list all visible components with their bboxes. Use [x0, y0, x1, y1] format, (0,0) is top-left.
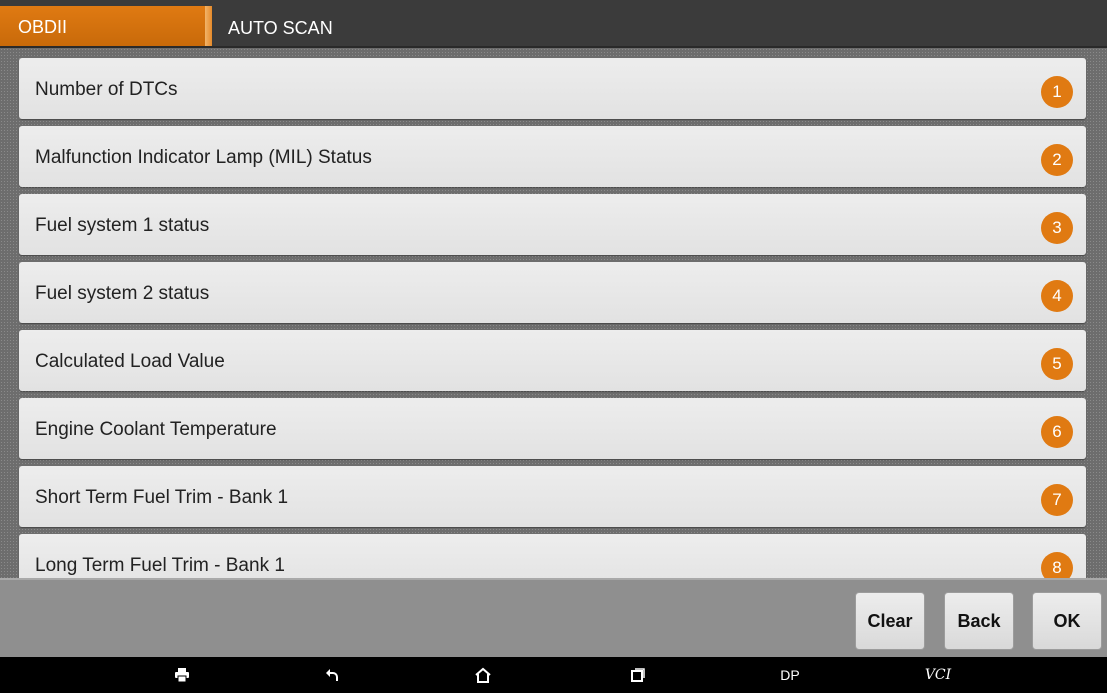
ok-button[interactable]: OK [1032, 592, 1102, 650]
list-item-label: Short Term Fuel Trim - Bank 1 [35, 487, 289, 508]
item-number-badge: 2 [1041, 144, 1073, 176]
list-item[interactable]: Fuel system 1 status 3 [19, 194, 1086, 255]
back-button[interactable]: Back [944, 592, 1014, 650]
page-title: AUTO SCAN [228, 18, 333, 38]
item-number-badge: 4 [1041, 280, 1073, 312]
item-number-badge: 6 [1041, 416, 1073, 448]
list-item-label: Number of DTCs [35, 79, 178, 100]
item-number-badge: 3 [1041, 212, 1073, 244]
recent-apps-icon[interactable] [624, 657, 652, 693]
list-item-label: Long Term Fuel Trim - Bank 1 [35, 555, 285, 576]
list-item-label: Calculated Load Value [35, 351, 225, 372]
list-item[interactable]: Number of DTCs 1 [19, 58, 1086, 119]
home-icon[interactable] [469, 657, 497, 693]
clear-button[interactable]: Clear [855, 592, 925, 650]
item-number-badge: 1 [1041, 76, 1073, 108]
system-nav-bar: DP VCI [0, 657, 1107, 693]
list-item[interactable]: Engine Coolant Temperature 6 [19, 398, 1086, 459]
header-bar: OBDII AUTO SCAN [0, 0, 1107, 48]
list-item[interactable]: Long Term Fuel Trim - Bank 1 8 [19, 534, 1086, 578]
dp-button[interactable]: DP [772, 657, 808, 693]
list-item[interactable]: Short Term Fuel Trim - Bank 1 7 [19, 466, 1086, 527]
tab-obdii[interactable]: OBDII [0, 6, 205, 46]
list-item-label: Malfunction Indicator Lamp (MIL) Status [35, 147, 372, 168]
print-icon[interactable] [168, 657, 196, 693]
bottom-toolbar: Clear Back OK [0, 578, 1107, 659]
list-item-label: Fuel system 2 status [35, 283, 210, 304]
list-item-label: Engine Coolant Temperature [35, 419, 277, 440]
item-number-badge: 8 [1041, 552, 1073, 578]
list-item[interactable]: Calculated Load Value 5 [19, 330, 1086, 391]
list-item[interactable]: Fuel system 2 status 4 [19, 262, 1086, 323]
tab-divider [205, 6, 212, 46]
item-number-badge: 5 [1041, 348, 1073, 380]
item-list[interactable]: Number of DTCs 1 Malfunction Indicator L… [0, 48, 1107, 578]
list-item-label: Fuel system 1 status [35, 215, 210, 236]
back-arrow-icon[interactable] [318, 657, 346, 693]
list-item[interactable]: Malfunction Indicator Lamp (MIL) Status … [19, 126, 1086, 187]
vci-indicator[interactable]: VCI [918, 657, 958, 693]
item-number-badge: 7 [1041, 484, 1073, 516]
